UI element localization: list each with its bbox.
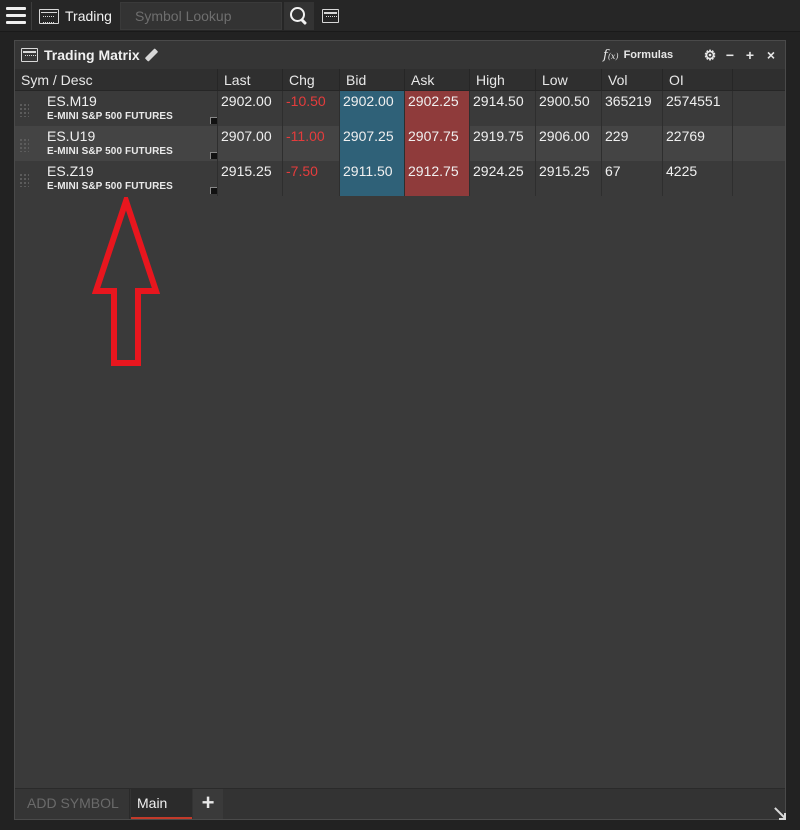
symbol-text: ES.Z19 <box>47 163 94 179</box>
low-cell[interactable]: 2915.25 <box>536 161 602 196</box>
column-header-low[interactable]: Low <box>536 69 602 91</box>
maximize-icon[interactable]: + <box>742 46 758 64</box>
bid-cell[interactable]: 2911.50 <box>340 161 405 196</box>
workspace-tab-label: Trading <box>65 8 112 24</box>
vol-cell[interactable]: 67 <box>602 161 663 196</box>
description-text: E-MINI S&P 500 FUTURES <box>47 146 173 157</box>
formulas-button[interactable]: f(x) Formulas <box>603 41 673 69</box>
symbol-lookup-input[interactable] <box>120 2 282 30</box>
ask-cell[interactable]: 2907.75 <box>405 126 470 161</box>
symbol-text: ES.U19 <box>47 128 96 144</box>
close-icon[interactable]: × <box>763 46 779 64</box>
oi-cell[interactable]: 22769 <box>663 126 733 161</box>
bid-cell[interactable]: 2907.25 <box>340 126 405 161</box>
ask-cell[interactable]: 2902.25 <box>405 91 470 126</box>
function-icon: f(x) <box>603 47 619 63</box>
resize-handle-icon[interactable] <box>773 807 786 820</box>
table-row[interactable]: ES.Z19 E-MINI S&P 500 FUTURES 2915.25 -7… <box>15 161 785 196</box>
sym-desc-cell[interactable]: ES.Z19 E-MINI S&P 500 FUTURES <box>15 161 218 196</box>
symbol-text: ES.M19 <box>47 93 97 109</box>
table-header: Sym / Desc Last Chg Bid Ask High Low Vol… <box>15 69 785 91</box>
sym-desc-cell[interactable]: ES.M19 E-MINI S&P 500 FUTURES <box>15 91 218 126</box>
bid-cell[interactable]: 2902.00 <box>340 91 405 126</box>
high-cell[interactable]: 2919.75 <box>470 126 536 161</box>
column-header-vol[interactable]: Vol <box>602 69 663 91</box>
column-header-high[interactable]: High <box>470 69 536 91</box>
description-text: E-MINI S&P 500 FUTURES <box>47 181 173 192</box>
oi-cell[interactable]: 2574551 <box>663 91 733 126</box>
table-row[interactable]: ES.U19 E-MINI S&P 500 FUTURES 2907.00 -1… <box>15 126 785 161</box>
toolbar-divider <box>31 2 32 30</box>
vol-cell[interactable]: 229 <box>602 126 663 161</box>
matrix-grid-icon <box>21 48 38 62</box>
chg-cell[interactable]: -11.00 <box>283 126 340 161</box>
panel-header: Trading Matrix f(x) Formulas ⚙ − + × <box>15 41 785 69</box>
hamburger-menu-icon[interactable] <box>6 7 26 25</box>
formulas-label: Formulas <box>623 49 674 61</box>
drag-handle-icon[interactable] <box>19 173 29 187</box>
table-row[interactable]: ES.M19 E-MINI S&P 500 FUTURES 2902.00 -1… <box>15 91 785 126</box>
trading-matrix-table: Sym / Desc Last Chg Bid Ask High Low Vol… <box>15 69 785 196</box>
last-cell[interactable]: 2907.00 <box>218 126 283 161</box>
search-button[interactable] <box>284 2 314 30</box>
tab-main[interactable]: Main <box>131 789 192 819</box>
column-header-chg[interactable]: Chg <box>283 69 340 91</box>
workspace-tab-trading[interactable]: Trading <box>35 2 117 30</box>
trading-grid-icon <box>39 8 59 24</box>
last-cell[interactable]: 2915.25 <box>218 161 283 196</box>
oi-cell[interactable]: 4225 <box>663 161 733 196</box>
top-toolbar: Trading <box>0 0 800 32</box>
minimize-icon[interactable]: − <box>722 46 738 64</box>
vol-cell[interactable]: 365219 <box>602 91 663 126</box>
edit-title-pencil-icon[interactable] <box>145 49 158 62</box>
high-cell[interactable]: 2914.50 <box>470 91 536 126</box>
last-cell[interactable]: 2902.00 <box>218 91 283 126</box>
low-cell[interactable]: 2906.00 <box>536 126 602 161</box>
bottom-tab-bar: ADD SYMBOL Main + <box>15 788 785 819</box>
column-header-oi[interactable]: OI <box>663 69 733 91</box>
trading-matrix-panel: Trading Matrix f(x) Formulas ⚙ − + × Sym… <box>14 40 786 820</box>
high-cell[interactable]: 2924.25 <box>470 161 536 196</box>
panel-title: Trading Matrix <box>44 47 140 63</box>
column-header-sym-desc[interactable]: Sym / Desc <box>15 69 218 91</box>
chg-cell[interactable]: -10.50 <box>283 91 340 126</box>
column-header-last[interactable]: Last <box>218 69 283 91</box>
description-text: E-MINI S&P 500 FUTURES <box>47 111 173 122</box>
ask-cell[interactable]: 2912.75 <box>405 161 470 196</box>
layout-grid-icon <box>321 9 339 23</box>
layout-button[interactable] <box>317 2 343 30</box>
cell-corner-marker <box>210 117 217 124</box>
drag-handle-icon[interactable] <box>19 138 29 152</box>
cell-corner-marker <box>210 187 217 194</box>
column-header-bid[interactable]: Bid <box>340 69 405 91</box>
low-cell[interactable]: 2900.50 <box>536 91 602 126</box>
drag-handle-icon[interactable] <box>19 103 29 117</box>
add-tab-button[interactable]: + <box>193 789 223 819</box>
column-header-ask[interactable]: Ask <box>405 69 470 91</box>
sym-desc-cell[interactable]: ES.U19 E-MINI S&P 500 FUTURES <box>15 126 218 161</box>
chg-cell[interactable]: -7.50 <box>283 161 340 196</box>
settings-gear-icon[interactable]: ⚙ <box>702 46 718 64</box>
add-symbol-button[interactable]: ADD SYMBOL <box>15 789 130 819</box>
red-up-arrow-annotation-icon <box>92 197 160 366</box>
cell-corner-marker <box>210 152 217 159</box>
search-icon <box>290 7 308 25</box>
